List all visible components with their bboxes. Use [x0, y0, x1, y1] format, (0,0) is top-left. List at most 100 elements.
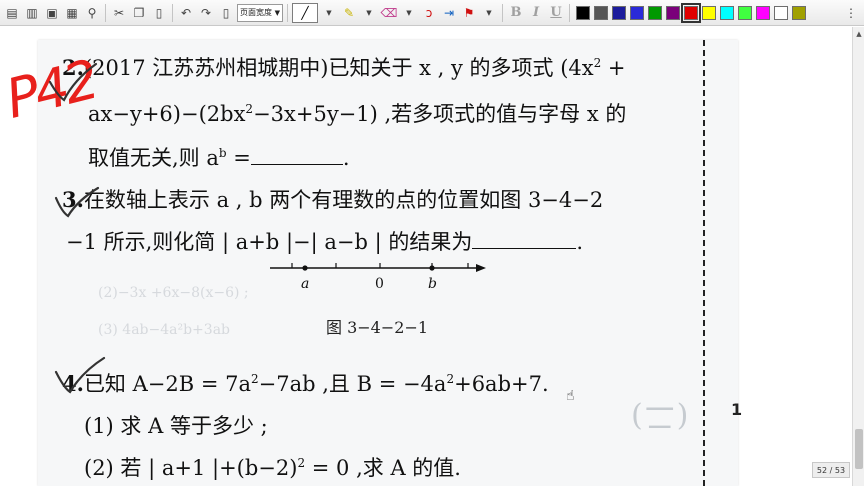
- q3-line-1: 3.在数轴上表示 a , b 两个有理数的点的位置如图 3−4−2: [62, 184, 603, 214]
- superscript: 2: [251, 372, 259, 386]
- q3-text: 在数轴上表示 a , b 两个有理数的点的位置如图 3−4−2: [83, 188, 604, 212]
- answer-blank: [472, 231, 577, 249]
- underline-button[interactable]: U: [547, 4, 565, 22]
- color-swatch-1[interactable]: [594, 5, 608, 20]
- checkmark-icon: [48, 62, 98, 102]
- page-binding-line: [703, 40, 705, 486]
- axis-label-a: a: [301, 276, 309, 292]
- q2-text: 取值无关,则 a: [88, 146, 219, 170]
- axis-label-b: b: [428, 276, 437, 292]
- color-swatch-6[interactable]: [681, 2, 701, 23]
- zoom-select-value: 页面宽度: [240, 8, 272, 17]
- q3-text: .: [576, 230, 584, 254]
- color-swatch-8[interactable]: [720, 5, 734, 20]
- q4-line-1: 4.已知 A−2B = 7a2−7ab ,且 B = −4a2+6ab+7.: [62, 368, 549, 398]
- color-swatch-10[interactable]: [756, 5, 770, 20]
- q4-text: +6ab+7.: [454, 372, 549, 396]
- color-swatch-5[interactable]: [666, 5, 680, 20]
- page-icon[interactable]: ▯: [217, 4, 235, 22]
- color-swatch-12[interactable]: [792, 5, 806, 20]
- new-icon[interactable]: ▤: [3, 4, 21, 22]
- q4-text: 已知 A−2B = 7a: [83, 372, 251, 396]
- mouse-cursor-icon: ☝: [566, 388, 575, 404]
- color-swatch-2[interactable]: [612, 5, 626, 20]
- color-palette: [574, 2, 808, 23]
- vertical-scrollbar[interactable]: ▲: [852, 27, 864, 486]
- side-mark: 1: [731, 400, 743, 419]
- superscript: 2: [297, 456, 306, 470]
- q3-text: −1 所示,则化简 | a+b |−| a−b | 的结果为: [66, 230, 473, 254]
- number-line-diagram: a 0 b: [270, 263, 486, 292]
- figure-caption: 图 3−4−2−1: [326, 318, 429, 337]
- color-swatch-11[interactable]: [774, 5, 788, 20]
- q2-text: (2017 江苏苏州相城期中)已知关于 x , y 的多项式 (4x: [83, 56, 594, 80]
- q2-text: ax−y+6)−(2bx: [88, 102, 246, 126]
- q2-line-3: 取值无关,则 ab =.: [88, 142, 350, 172]
- toolbar-separator: [287, 3, 288, 22]
- q4-text: (2) 若 | a+1 |+(b−2): [84, 456, 298, 480]
- q3-line-2: −1 所示,则化简 | a+b |−| a−b | 的结果为.: [66, 226, 583, 256]
- q2-text: =: [226, 146, 251, 170]
- page-counter: 52 / 53: [812, 462, 850, 478]
- q2-line-2: ax−y+6)−(2bx2−3x+5y−1) ,若多项式的值与字母 x 的: [88, 98, 626, 128]
- open-icon[interactable]: ▥: [23, 4, 41, 22]
- bold-button[interactable]: B: [507, 4, 525, 22]
- lasso-icon[interactable]: ↄ: [420, 4, 438, 22]
- insert-icon[interactable]: ⇥: [440, 4, 458, 22]
- chevron-down-icon[interactable]: ▼: [480, 4, 498, 22]
- q2-line-1: 2.(2017 江苏苏州相城期中)已知关于 x , y 的多项式 (4x2 +: [62, 52, 626, 82]
- toolbar-separator: [569, 3, 570, 22]
- q2-text: −3x+5y−1) ,若多项式的值与字母 x 的: [253, 102, 627, 126]
- color-swatch-4[interactable]: [648, 5, 662, 20]
- point-b: [429, 265, 435, 271]
- cut-icon[interactable]: ✂: [110, 4, 128, 22]
- color-swatch-0[interactable]: [576, 5, 590, 20]
- toolbar-separator: [172, 3, 173, 22]
- search-icon[interactable]: ⚲: [83, 4, 101, 22]
- toolbar: ▤ ▥ ▣ ▦ ⚲ ✂ ❐ ▯ ↶ ↷ ▯ 页面宽度 ▼ ╱ ▼ ✎ ▼ ⌫ ▼…: [0, 0, 864, 26]
- ghost-text: (2)−3x +6x−8(x−6) ;: [98, 285, 249, 301]
- ghost-text: (3) 4ab−4a²b+3ab: [98, 322, 231, 338]
- scroll-up-icon[interactable]: ▲: [853, 27, 864, 41]
- paste-icon[interactable]: ▯: [150, 4, 168, 22]
- point-a: [302, 265, 308, 271]
- pen-tool-button[interactable]: ╱: [292, 2, 318, 23]
- italic-button[interactable]: I: [527, 4, 545, 22]
- scrollbar-thumb[interactable]: [855, 429, 863, 469]
- color-swatch-3[interactable]: [630, 5, 644, 20]
- toolbar-separator: [502, 3, 503, 22]
- pen-icon: ╱: [301, 5, 309, 20]
- pen-dropdown-icon[interactable]: ▼: [320, 4, 338, 22]
- highlighter-icon[interactable]: ✎: [340, 4, 358, 22]
- ghost-heading: (二): [628, 399, 688, 434]
- checkmark-icon: [54, 186, 100, 218]
- chevron-down-icon[interactable]: ▼: [400, 4, 418, 22]
- answer-blank: [250, 147, 343, 165]
- more-icon[interactable]: ⋮: [842, 4, 860, 22]
- eraser-icon[interactable]: ⌫: [380, 4, 398, 22]
- q4-part-2: (2) 若 | a+1 |+(b−2)2 = 0 ,求 A 的值.: [84, 452, 461, 482]
- superscript: 2: [245, 102, 254, 116]
- zoom-select[interactable]: 页面宽度 ▼: [237, 3, 283, 22]
- toolbar-separator: [105, 3, 106, 22]
- undo-icon[interactable]: ↶: [177, 4, 195, 22]
- q2-text: +: [601, 56, 626, 80]
- flag-icon[interactable]: ⚑: [460, 4, 478, 22]
- q2-text: .: [342, 146, 350, 170]
- checkmark-icon: [54, 356, 106, 394]
- superscript: b: [218, 146, 227, 160]
- q4-text: = 0 ,求 A 的值.: [305, 456, 461, 480]
- chevron-down-icon: ▼: [274, 8, 280, 17]
- superscript: 2: [446, 372, 455, 386]
- redo-icon[interactable]: ↷: [197, 4, 215, 22]
- chevron-down-icon[interactable]: ▼: [360, 4, 378, 22]
- copy-icon[interactable]: ❐: [130, 4, 148, 22]
- q4-text: −7ab ,且 B = −4a: [258, 372, 447, 396]
- q4-part-1: (1) 求 A 等于多少 ;: [84, 414, 268, 438]
- save-icon[interactable]: ▣: [43, 4, 61, 22]
- axis-label-zero: 0: [375, 276, 384, 292]
- color-swatch-9[interactable]: [738, 5, 752, 20]
- number-line-arrow: [476, 264, 486, 272]
- color-swatch-7[interactable]: [702, 5, 716, 20]
- print-preview-icon[interactable]: ▦: [63, 4, 81, 22]
